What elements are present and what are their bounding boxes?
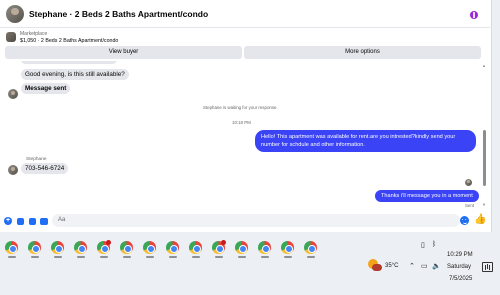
chevron-up-icon[interactable]: ⌃ bbox=[409, 262, 415, 270]
image-icon[interactable] bbox=[17, 217, 24, 225]
taskbar-indicator bbox=[192, 256, 200, 258]
waiting-notice: Stephane is waiting for your response. bbox=[203, 105, 278, 110]
taskbar-indicator bbox=[146, 256, 154, 258]
contact-avatar[interactable] bbox=[6, 5, 24, 23]
network-icon[interactable]: ▭ bbox=[421, 262, 428, 270]
message-bubble-incoming: Message sent bbox=[21, 83, 71, 94]
clock-day[interactable]: Saturday bbox=[447, 264, 471, 270]
taskbar-indicator bbox=[169, 256, 177, 258]
taskbar-indicator bbox=[284, 256, 292, 258]
plus-icon[interactable]: + bbox=[4, 217, 12, 225]
chat-title[interactable]: Stephane · 2 Beds 2 Baths Apartment/cond… bbox=[29, 9, 208, 19]
chrome-icon[interactable] bbox=[212, 240, 226, 254]
view-buyer-button[interactable]: View buyer bbox=[5, 46, 242, 59]
seen-avatar bbox=[465, 179, 472, 186]
taskbar-indicator bbox=[31, 256, 39, 258]
chrome-icon[interactable] bbox=[5, 241, 18, 254]
scroll-up-icon[interactable]: ▲ bbox=[482, 63, 486, 68]
sender-avatar bbox=[8, 165, 18, 175]
timestamp: 10:18 PM bbox=[232, 120, 251, 125]
chrome-icon[interactable] bbox=[120, 241, 133, 254]
taskbar-indicator bbox=[100, 256, 108, 258]
taskbar-indicator bbox=[215, 256, 223, 258]
taskbar-indicator bbox=[54, 256, 62, 258]
messenger-window: Stephane · 2 Beds 2 Baths Apartment/cond… bbox=[0, 0, 492, 232]
chat-header: Stephane · 2 Beds 2 Baths Apartment/cond… bbox=[0, 0, 492, 28]
chrome-icon[interactable] bbox=[74, 241, 87, 254]
message-thread[interactable]: Good evening, is this still available? M… bbox=[0, 61, 480, 213]
more-menu-icon[interactable] bbox=[470, 11, 478, 19]
listing-info[interactable]: $1,050 · 2 Beds 2 Baths Apartment/condo bbox=[20, 38, 118, 44]
listing-thumbnail[interactable] bbox=[6, 32, 16, 42]
thumbs-up-icon[interactable]: 👍 bbox=[474, 214, 486, 225]
clock-time[interactable]: 10:29 PM bbox=[447, 252, 473, 258]
sender-name: Stephane bbox=[26, 157, 47, 162]
taskbar-indicator bbox=[238, 256, 246, 258]
scrollbar-thumb[interactable] bbox=[483, 130, 486, 186]
notification-icon[interactable] bbox=[482, 262, 493, 272]
more-options-button[interactable]: More options bbox=[244, 46, 481, 59]
chrome-icon[interactable] bbox=[51, 241, 64, 254]
chrome-icon[interactable] bbox=[28, 241, 41, 254]
message-bubble-incoming: Good evening, is this still available? bbox=[21, 69, 129, 80]
chrome-icon[interactable] bbox=[189, 241, 202, 254]
sticker-icon[interactable] bbox=[29, 217, 36, 225]
chrome-icon[interactable] bbox=[304, 241, 317, 254]
message-status: Sent bbox=[465, 203, 475, 208]
volume-icon[interactable]: 🔈 bbox=[432, 262, 441, 270]
taskbar-indicator bbox=[307, 256, 315, 258]
message-bubble-incoming: 703-546-6724 bbox=[21, 163, 69, 174]
taskbar-indicator bbox=[261, 256, 269, 258]
temperature[interactable]: 35°C bbox=[385, 263, 398, 269]
sender-avatar bbox=[8, 89, 18, 99]
gif-icon[interactable] bbox=[40, 217, 48, 225]
message-bubble-cut bbox=[21, 61, 117, 64]
message-bubble-outgoing: Thanks i'll message you in a moment bbox=[375, 190, 479, 202]
chrome-icon[interactable] bbox=[258, 241, 271, 254]
scroll-down-icon[interactable]: ▼ bbox=[482, 202, 486, 207]
chrome-icon[interactable] bbox=[143, 241, 156, 254]
emoji-icon[interactable] bbox=[460, 216, 469, 225]
message-bubble-outgoing: Hello! This apartment was available for … bbox=[255, 130, 476, 152]
chrome-icon[interactable] bbox=[235, 241, 248, 254]
phone-link-icon[interactable]: ▯ bbox=[421, 241, 425, 249]
listing-source: Marketplace bbox=[20, 31, 48, 37]
taskbar-indicator bbox=[8, 256, 16, 258]
taskbar-indicator bbox=[123, 256, 131, 258]
message-input[interactable] bbox=[52, 214, 460, 227]
message-input-placeholder: Aa bbox=[58, 217, 66, 223]
taskbar-indicator bbox=[77, 256, 85, 258]
chrome-icon[interactable] bbox=[281, 241, 294, 254]
weather-icon[interactable] bbox=[368, 259, 382, 273]
clock-date[interactable]: 7/5/2025 bbox=[449, 276, 472, 282]
chrome-icon[interactable] bbox=[166, 241, 179, 254]
bluetooth-icon[interactable]: ᛒ bbox=[432, 241, 436, 248]
chrome-icon[interactable] bbox=[97, 240, 111, 254]
